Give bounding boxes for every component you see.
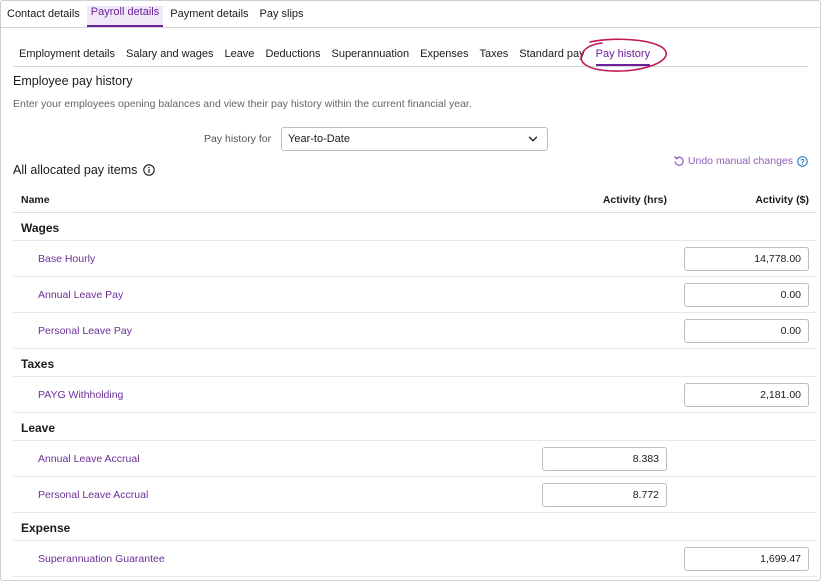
group-row-wages: Wages — [13, 213, 817, 241]
personal-leave-accrual-hours-input[interactable] — [542, 483, 667, 507]
subtab-deductions[interactable]: Deductions — [265, 41, 320, 60]
undo-manual-changes-link[interactable]: Undo manual changes — [673, 155, 808, 167]
subtab-expenses[interactable]: Expenses — [420, 41, 468, 60]
subtab-superannuation[interactable]: Superannuation — [331, 41, 409, 60]
table-row: Personal Leave Accrual — [13, 477, 817, 513]
subtab-employment-details[interactable]: Employment details — [19, 41, 115, 60]
undo-icon — [674, 156, 684, 166]
tab-pay-slips[interactable]: Pay slips — [260, 8, 304, 27]
pay-item-annual-leave-accrual[interactable]: Annual Leave Accrual — [38, 453, 140, 465]
pay-history-panel: Contact details Payroll details Payment … — [0, 0, 821, 581]
top-tab-bar: Contact details Payroll details Payment … — [1, 1, 820, 28]
tab-payroll-details[interactable]: Payroll details — [86, 6, 164, 27]
pay-item-base-hourly[interactable]: Base Hourly — [38, 253, 95, 265]
page-title: Employee pay history — [13, 74, 133, 88]
group-label: Wages — [21, 221, 60, 235]
base-hourly-amount-input[interactable] — [684, 247, 809, 271]
pay-item-payg-withholding[interactable]: PAYG Withholding — [38, 389, 123, 401]
table-row: PAYG Withholding — [13, 377, 817, 413]
pay-item-personal-leave-accrual[interactable]: Personal Leave Accrual — [38, 489, 148, 501]
table-row: Base Hourly — [13, 241, 817, 277]
column-header-hours: Activity (hrs) — [602, 194, 667, 206]
allocated-items-heading: All allocated pay items — [13, 163, 156, 177]
group-row-leave: Leave — [13, 413, 817, 441]
column-header-amount: Activity ($) — [755, 194, 809, 206]
annual-leave-pay-amount-input[interactable] — [684, 283, 809, 307]
help-icon[interactable] — [797, 155, 808, 167]
personal-leave-pay-amount-input[interactable] — [684, 319, 809, 343]
table-row: Annual Leave Accrual — [13, 441, 817, 477]
pay-items-table: Name Activity (hrs) Activity ($) Wages B… — [13, 185, 817, 577]
group-row-expense: Expense — [13, 513, 817, 541]
page-description: Enter your employees opening balances an… — [13, 98, 472, 110]
tab-contact-details[interactable]: Contact details — [7, 8, 80, 27]
undo-manual-changes-label: Undo manual changes — [687, 155, 793, 167]
subtab-pay-history[interactable]: Pay history — [595, 41, 651, 66]
table-row: Superannuation Guarantee — [13, 541, 817, 577]
table-header: Name Activity (hrs) Activity ($) — [13, 185, 817, 213]
subtab-leave[interactable]: Leave — [224, 41, 254, 60]
allocated-items-title: All allocated pay items — [13, 163, 138, 177]
pay-item-superannuation-guarantee[interactable]: Superannuation Guarantee — [38, 553, 165, 565]
superannuation-guarantee-amount-input[interactable] — [684, 547, 809, 571]
sub-tab-bar: Employment details Salary and wages Leav… — [13, 41, 808, 67]
table-row: Annual Leave Pay — [13, 277, 817, 313]
pay-item-personal-leave-pay[interactable]: Personal Leave Pay — [38, 325, 132, 337]
pay-history-period-value: Year-to-Date — [288, 133, 350, 145]
annual-leave-accrual-hours-input[interactable] — [542, 447, 667, 471]
group-row-taxes: Taxes — [13, 349, 817, 377]
group-label: Expense — [21, 521, 71, 535]
column-header-name: Name — [21, 194, 50, 206]
subtab-salary-and-wages[interactable]: Salary and wages — [126, 41, 213, 60]
group-label: Taxes — [21, 357, 55, 371]
subtab-taxes[interactable]: Taxes — [479, 41, 508, 60]
pay-item-annual-leave-pay[interactable]: Annual Leave Pay — [38, 289, 123, 301]
table-row: Personal Leave Pay — [13, 313, 817, 349]
group-label: Leave — [21, 421, 56, 435]
tab-payment-details[interactable]: Payment details — [170, 8, 248, 27]
subtab-standard-pay[interactable]: Standard pay — [519, 41, 584, 60]
pay-history-period-select[interactable]: Year-to-Date — [281, 127, 548, 151]
chevron-down-icon — [528, 136, 538, 142]
payg-withholding-amount-input[interactable] — [684, 383, 809, 407]
info-icon[interactable] — [143, 164, 156, 176]
pay-history-for-label: Pay history for — [204, 133, 272, 145]
